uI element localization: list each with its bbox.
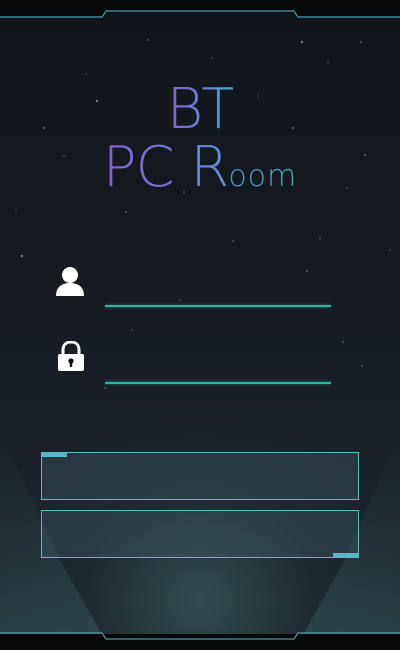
username-underline (105, 305, 331, 307)
login-button[interactable] (41, 452, 359, 500)
lock-icon (55, 340, 87, 377)
logo-title-line1: BT (166, 77, 236, 142)
top-frame (0, 0, 400, 20)
password-underline (105, 382, 331, 384)
bottom-frame (0, 630, 400, 650)
app-logo: BT PC Room (0, 80, 400, 205)
user-icon (55, 265, 87, 301)
logo-title-main: PC R (102, 135, 229, 200)
username-field (55, 265, 335, 315)
password-input[interactable] (105, 345, 334, 381)
logo-title-small: oom (228, 159, 298, 194)
login-screen: BT PC Room (0, 0, 400, 650)
login-button-accent (42, 453, 67, 457)
secondary-button[interactable] (41, 510, 359, 558)
secondary-button-accent (333, 553, 358, 557)
password-field (55, 340, 335, 391)
logo-title-line2: PC Room (103, 140, 298, 205)
username-input[interactable] (105, 269, 334, 305)
